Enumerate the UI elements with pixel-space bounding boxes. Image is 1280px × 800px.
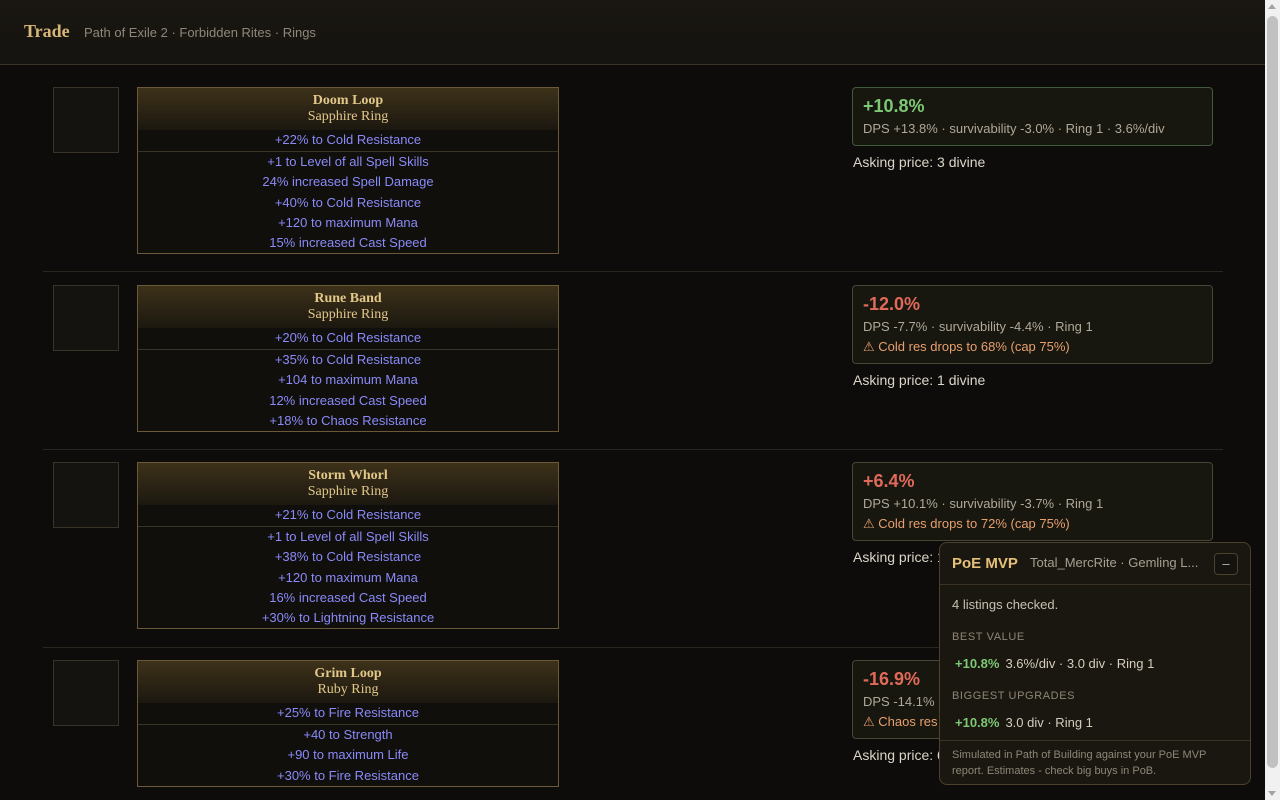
mod-line: +40% to Cold Resistance <box>274 194 422 210</box>
panel-body: 4 listings checked. BEST VALUE +10.8% 3.6… <box>940 585 1250 740</box>
item-card[interactable]: Storm Whorl Sapphire Ring +21% to Cold R… <box>137 462 559 630</box>
item-name: Doom Loop <box>312 93 384 108</box>
item-name: Storm Whorl <box>308 468 388 483</box>
implicit-mod: +25% to Fire Resistance <box>138 703 558 725</box>
implicit-mod: +22% to Cold Resistance <box>138 130 558 152</box>
mod-line: +90 to maximum Life <box>287 747 409 763</box>
asking-price: Asking price: 1 divine <box>853 372 986 388</box>
mod-line: 12% increased Cast Speed <box>269 392 427 408</box>
scroll-down-icon[interactable] <box>1268 791 1276 796</box>
item-base: Sapphire Ring <box>307 109 389 124</box>
biggest-upgrade-row[interactable]: +10.8% 3.0 div · Ring 1 <box>952 715 1238 730</box>
mod-line: +40 to Strength <box>303 727 393 742</box>
asking-price: Asking price: 1 <box>853 549 945 565</box>
panel-brand: PoE MVP <box>952 555 1018 572</box>
implicit-mod: +21% to Cold Resistance <box>138 505 558 527</box>
mod-line: +1 to Level of all Spell Skills <box>267 154 429 169</box>
biggest-upgrade-text: 3.0 div · Ring 1 <box>1005 715 1093 730</box>
explicit-mods: +1 to Level of all Spell Skills 24% incr… <box>138 152 558 253</box>
listing-row: Doom Loop Sapphire Ring +22% to Cold Res… <box>43 87 1223 272</box>
mod-line: +30% to Fire Resistance <box>277 767 419 783</box>
best-value-row[interactable]: +10.8% 3.6%/div · 3.0 div · Ring 1 <box>952 656 1238 671</box>
upgrade-score-box: +6.4% DPS +10.1% · survivability -3.7% ·… <box>852 462 1213 541</box>
biggest-upgrade-pct: +10.8% <box>955 715 1000 730</box>
upgrade-score: -12.0% <box>863 294 921 314</box>
score-detail: DPS +10.1% · survivability -3.7% · Ring … <box>863 496 1104 511</box>
item-header: Rune Band Sapphire Ring <box>138 286 558 328</box>
item-header: Doom Loop Sapphire Ring <box>138 88 558 130</box>
mod-line: +38% to Cold Resistance <box>274 549 422 565</box>
warning-text: ⚠ Cold res drops to 68% (cap 75%) <box>863 339 1070 354</box>
mod-line: +35% to Cold Resistance <box>274 352 422 367</box>
item-image[interactable] <box>53 462 119 528</box>
minimize-button[interactable]: – <box>1214 553 1238 575</box>
score-detail: DPS +13.8% · survivability -3.0% · Ring … <box>863 121 1165 136</box>
biggest-upgrades-heading: BIGGEST UPGRADES <box>952 690 1076 702</box>
asking-price: Asking price: 6 <box>853 747 945 763</box>
item-base: Sapphire Ring <box>307 484 389 499</box>
explicit-mods: +1 to Level of all Spell Skills +38% to … <box>138 527 558 628</box>
warning-text: ⚠ Cold res drops to 72% (cap 75%) <box>863 516 1070 531</box>
item-image[interactable] <box>53 285 119 351</box>
explicit-mods: +35% to Cold Resistance +104 to maximum … <box>138 350 558 431</box>
item-header: Storm Whorl Sapphire Ring <box>138 463 558 505</box>
item-image[interactable] <box>53 660 119 726</box>
explicit-mods: +40 to Strength +90 to maximum Life +30%… <box>138 725 558 786</box>
listings-checked: 4 listings checked. <box>952 597 1059 612</box>
panel-header: PoE MVP Total_MercRite · Gemling L... – <box>940 543 1250 585</box>
asking-price: Asking price: 3 divine <box>853 154 986 170</box>
panel-footer: Simulated in Path of Building against yo… <box>940 740 1250 784</box>
upgrade-score-box: +10.8% DPS +13.8% · survivability -3.0% … <box>852 87 1213 146</box>
panel-context: Total_MercRite · Gemling L... <box>1030 555 1199 570</box>
scrollbar-thumb[interactable] <box>1267 16 1278 768</box>
item-card[interactable]: Grim Loop Ruby Ring +25% to Fire Resista… <box>137 660 559 787</box>
best-value-pct: +10.8% <box>955 656 1000 671</box>
header-bar: Trade Path of Exile 2 · Forbidden Rites … <box>0 0 1265 65</box>
mod-line: +120 to maximum Mana <box>278 214 418 230</box>
poe-mvp-panel: PoE MVP Total_MercRite · Gemling L... – … <box>939 542 1251 785</box>
mod-line: 15% increased Cast Speed <box>269 235 427 251</box>
mod-line: +30% to Lightning Resistance <box>261 610 435 626</box>
item-name: Rune Band <box>314 291 382 306</box>
mod-line: 16% increased Cast Speed <box>269 589 427 605</box>
scroll-up-icon[interactable] <box>1268 4 1276 9</box>
item-card[interactable]: Doom Loop Sapphire Ring +22% to Cold Res… <box>137 87 559 255</box>
listing-row: Rune Band Sapphire Ring +20% to Cold Res… <box>43 285 1223 450</box>
item-image[interactable] <box>53 87 119 153</box>
mod-line: +120 to maximum Mana <box>278 569 418 585</box>
item-header: Grim Loop Ruby Ring <box>138 661 558 703</box>
page-title[interactable]: Trade <box>24 21 70 42</box>
upgrade-score: +10.8% <box>863 96 925 116</box>
mod-line: +18% to Chaos Resistance <box>269 412 427 428</box>
mod-line: +1 to Level of all Spell Skills <box>267 529 429 544</box>
scrollbar[interactable] <box>1265 0 1280 800</box>
implicit-mod: +20% to Cold Resistance <box>138 328 558 350</box>
breadcrumb: Path of Exile 2 · Forbidden Rites · Ring… <box>84 25 316 40</box>
item-name: Grim Loop <box>314 666 382 681</box>
upgrade-score: +6.4% <box>863 471 915 491</box>
best-value-heading: BEST VALUE <box>952 631 1025 643</box>
item-card[interactable]: Rune Band Sapphire Ring +20% to Cold Res… <box>137 285 559 433</box>
best-value-text: 3.6%/div · 3.0 div · Ring 1 <box>1005 656 1155 671</box>
mod-line: 24% increased Spell Damage <box>262 174 434 190</box>
score-detail: DPS -7.7% · survivability -4.4% · Ring 1 <box>863 319 1093 334</box>
mod-line: +104 to maximum Mana <box>278 372 418 388</box>
item-base: Sapphire Ring <box>307 307 389 322</box>
upgrade-score-box: -12.0% DPS -7.7% · survivability -4.4% ·… <box>852 285 1213 364</box>
item-base: Ruby Ring <box>317 682 379 697</box>
